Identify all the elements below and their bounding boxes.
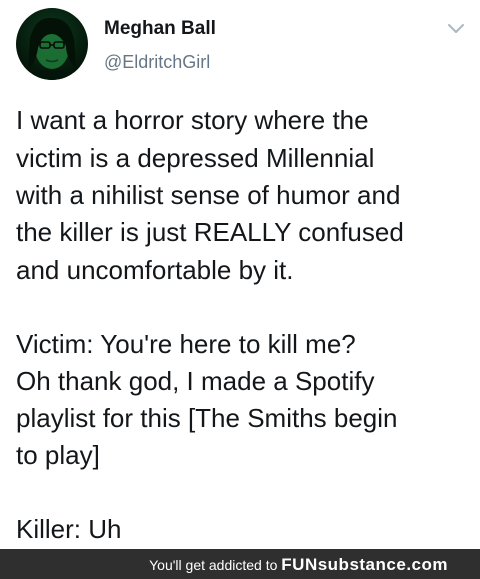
chevron-down-icon[interactable] (447, 22, 465, 36)
watermark-bar: You'll get addicted to FUNsubstance.com (0, 549, 480, 579)
watermark-brand: FUNsubstance (281, 555, 407, 574)
watermark-text: You'll get addicted to FUNsubstance.com (149, 555, 448, 575)
tweet-line: I want a horror story where the (16, 105, 369, 135)
user-handle[interactable]: @EldritchGirl (104, 52, 210, 73)
tweet-card: Meghan Ball @EldritchGirl I want a horro… (0, 0, 480, 549)
watermark-brand-suffix: .com (406, 555, 448, 574)
tweet-line: the killer is just REALLY confused (16, 217, 404, 247)
watermark-tagline: You'll get addicted to (149, 557, 278, 573)
tweet-line: to play] (16, 440, 100, 470)
tweet-line: Oh thank god, I made a Spotify (16, 366, 375, 396)
tweet-line: Killer: Uh (16, 514, 122, 544)
tweet-line: Victim: You're here to kill me? (16, 329, 356, 359)
tweet-line: with a nihilist sense of humor and (16, 180, 401, 210)
tweet-line: playlist for this [The Smiths begin (16, 403, 398, 433)
tweet-line: victim is a depressed Millennial (16, 143, 375, 173)
avatar[interactable] (16, 8, 88, 80)
display-name[interactable]: Meghan Ball (104, 18, 216, 40)
profile-photo (26, 17, 78, 80)
tweet-line: and uncomfortable by it. (16, 255, 294, 285)
